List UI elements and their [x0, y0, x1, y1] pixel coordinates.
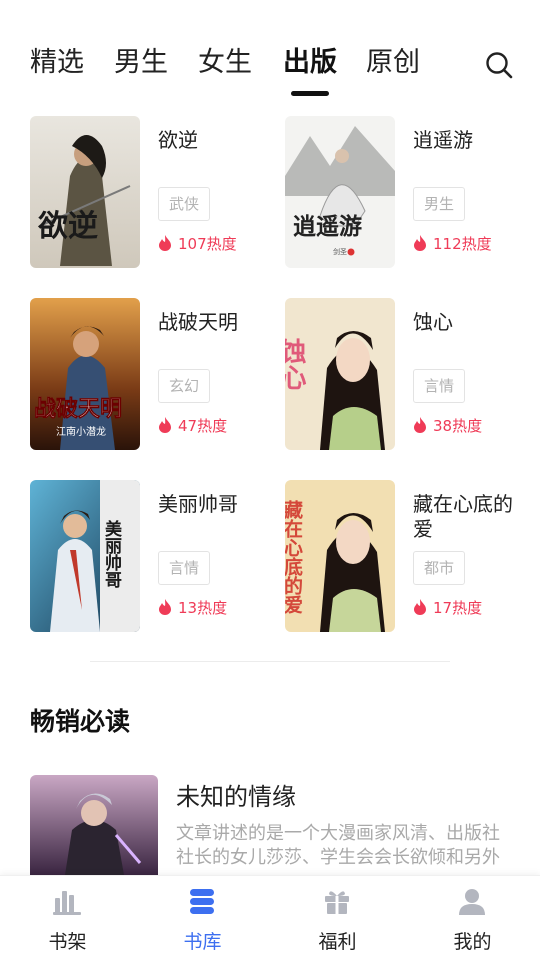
svg-text:剑圣: 剑圣	[333, 247, 347, 256]
nav-bookshelf[interactable]: 书架	[0, 876, 135, 961]
book-card[interactable]: 逍遥游 剑圣 逍遥游 男生 112热度	[285, 116, 530, 268]
book-cover[interactable]: 战破天明 江南小潜龙	[30, 298, 140, 450]
svg-text:战破天明: 战破天明	[34, 396, 122, 422]
book-cover[interactable]: 蚀心	[285, 298, 395, 450]
heat-count: 107热度	[158, 234, 237, 254]
book-title[interactable]: 欲逆	[158, 128, 270, 153]
fire-icon	[159, 235, 171, 251]
section-divider	[90, 661, 450, 662]
book-card[interactable]: 战破天明 江南小潜龙 战破天明 玄幻 47热度	[30, 298, 275, 450]
svg-text:美丽帅哥: 美丽帅哥	[101, 519, 122, 589]
genre-tag[interactable]: 男生	[413, 187, 465, 221]
tab-featured[interactable]: 精选	[30, 44, 84, 82]
search-icon[interactable]	[484, 50, 514, 80]
nav-library[interactable]: 书库	[135, 876, 270, 961]
book-card[interactable]: 藏在心底的爱 藏在心底的爱 都市 17热度	[285, 480, 530, 632]
tab-male[interactable]: 男生	[114, 44, 168, 82]
svg-text:蚀心: 蚀心	[285, 338, 307, 390]
book-cover[interactable]: 逍遥游 剑圣	[285, 116, 395, 268]
section-title: 畅销必读	[30, 707, 131, 736]
fire-icon	[414, 417, 426, 433]
svg-text:江南小潜龙: 江南小潜龙	[56, 425, 106, 438]
bestseller-title[interactable]: 未知的情缘	[176, 777, 296, 812]
genre-tag[interactable]: 都市	[413, 551, 465, 585]
genre-tag[interactable]: 玄幻	[158, 369, 210, 403]
bestseller-cover[interactable]	[30, 775, 158, 875]
book-title[interactable]: 美丽帅哥	[158, 492, 270, 517]
top-tab-bar: 精选 男生 女生 出版 原创	[0, 0, 540, 110]
gift-icon	[325, 891, 349, 914]
bookshelf-icon	[53, 891, 81, 915]
svg-text:欲逆: 欲逆	[37, 209, 98, 244]
genre-tag[interactable]: 言情	[158, 551, 210, 585]
book-cover[interactable]: 藏在心底的爱	[285, 480, 395, 632]
genre-tag[interactable]: 武侠	[158, 187, 210, 221]
book-cover[interactable]: 美丽帅哥	[30, 480, 140, 632]
heat-count: 47热度	[158, 416, 227, 436]
heat-count: 13热度	[158, 598, 227, 618]
svg-text:逍遥游: 逍遥游	[293, 213, 362, 240]
bestseller-description: 文章讲述的是一个大漫画家风清、出版社社长的女儿莎莎、学生会会长欲倾和另外	[176, 823, 500, 868]
user-icon	[459, 889, 485, 915]
book-card[interactable]: 美丽帅哥 美丽帅哥 言情 13热度	[30, 480, 275, 632]
nav-welfare[interactable]: 福利	[270, 876, 405, 961]
fire-icon	[159, 599, 171, 615]
tab-original[interactable]: 原创	[366, 44, 420, 82]
book-title[interactable]: 逍遥游	[413, 128, 525, 153]
fire-icon	[159, 417, 171, 433]
active-tab-indicator	[291, 91, 329, 96]
fire-icon	[414, 235, 426, 251]
nav-mine[interactable]: 我的	[405, 876, 540, 961]
heat-count: 112热度	[413, 234, 492, 254]
bottom-nav: 书架 书库 福利 我的	[0, 875, 540, 961]
fire-icon	[414, 599, 426, 615]
svg-text:藏在心底的爱: 藏在心底的爱	[285, 499, 303, 615]
tab-female[interactable]: 女生	[198, 44, 252, 82]
genre-tag[interactable]: 言情	[413, 369, 465, 403]
library-icon	[190, 889, 214, 914]
book-title[interactable]: 蚀心	[413, 310, 525, 335]
tab-published[interactable]: 出版	[283, 44, 337, 82]
book-card[interactable]: 蚀心 蚀心 言情 38热度	[285, 298, 530, 450]
book-cover[interactable]: 欲逆	[30, 116, 140, 268]
heat-count: 17热度	[413, 598, 482, 618]
book-card[interactable]: 欲逆 欲逆 武侠 107热度	[30, 116, 275, 268]
book-title[interactable]: 藏在心底的爱	[413, 492, 525, 542]
book-title[interactable]: 战破天明	[158, 310, 270, 335]
heat-count: 38热度	[413, 416, 482, 436]
